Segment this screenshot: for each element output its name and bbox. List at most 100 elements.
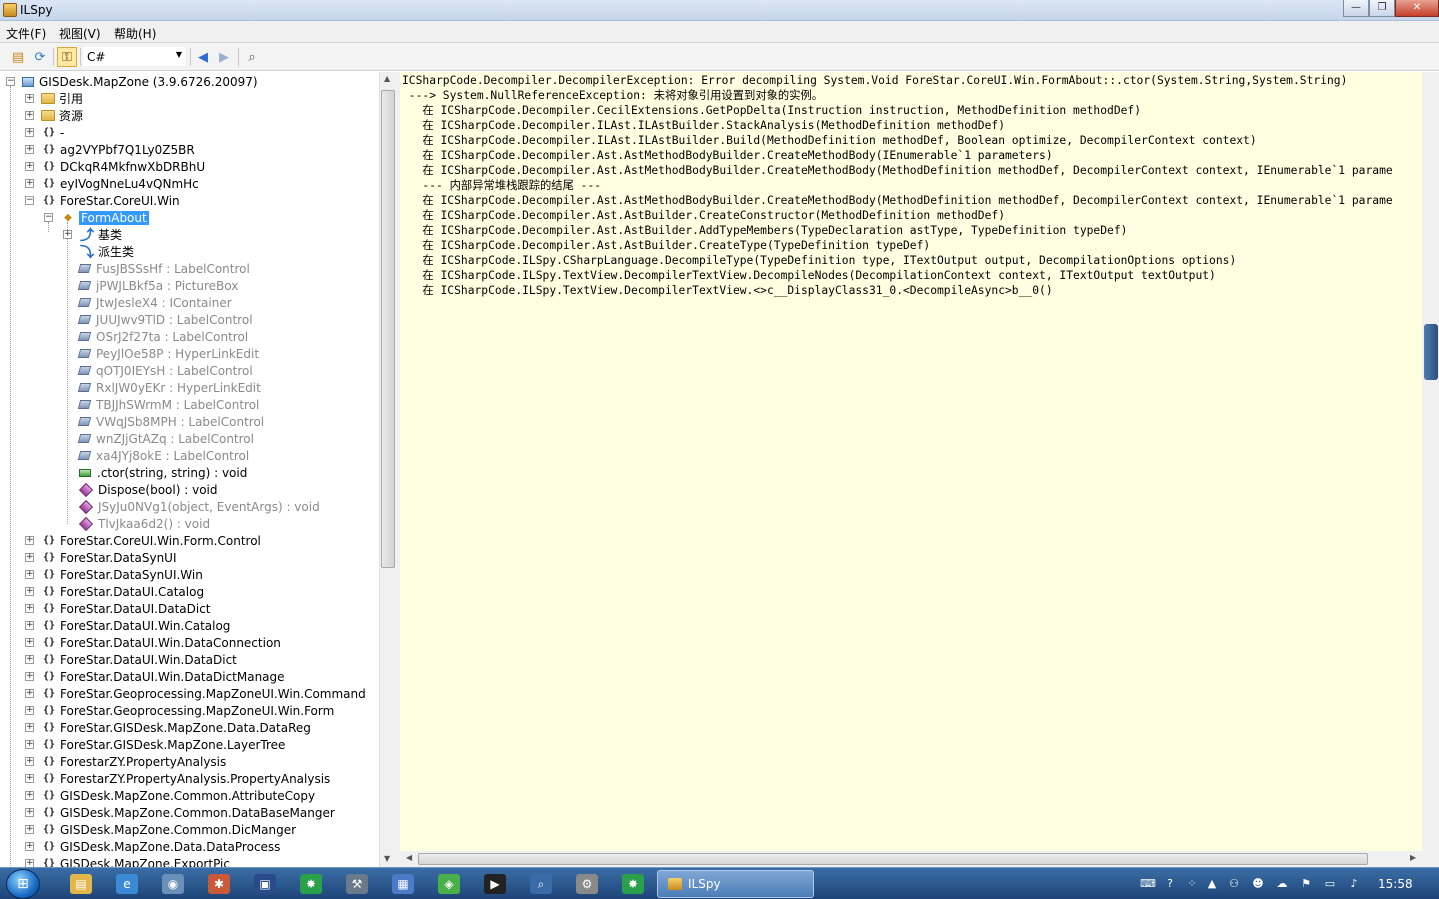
tree-namespace[interactable]: {} GISDesk.MapZone.ExportPic — [41, 855, 230, 868]
tree-namespace[interactable]: {} ForeStar.DataUI.Win.DataDictManage — [41, 668, 285, 685]
weather-icon[interactable]: ☁ — [1274, 877, 1290, 891]
menu-help[interactable]: 帮助(H) — [114, 25, 156, 42]
tree-method-ctor[interactable]: .ctor(string, string) : void — [79, 464, 247, 481]
tree-namespace[interactable]: {} DCkqR4MkfnwXbDRBhU — [41, 158, 205, 175]
scroll-right-icon[interactable]: ▶ — [1410, 853, 1416, 862]
minimize-button[interactable]: — — [1343, 0, 1369, 17]
tree-field[interactable]: TBJJhSWrmM : LabelControl — [77, 396, 259, 413]
app-icon-5[interactable]: ▣ — [254, 874, 276, 894]
tree-namespace[interactable]: {} - — [41, 124, 64, 141]
expand-icon[interactable]: + — [25, 774, 34, 783]
tree-derived-types[interactable]: ⤵ 派生类 — [79, 243, 134, 261]
tree-namespace[interactable]: {} GISDesk.MapZone.Common.AttributeCopy — [41, 787, 315, 804]
open-file-icon[interactable]: ▤ — [8, 47, 28, 67]
tree-namespace[interactable]: {} eyIVogNneLu4vQNmHc — [41, 175, 199, 192]
expand-icon[interactable]: + — [25, 162, 34, 171]
tree-field[interactable]: PeyJlOe58P : HyperLinkEdit — [77, 345, 259, 362]
tree-scrollbar[interactable]: ▲ ▼ — [379, 72, 396, 867]
app-icon-12[interactable]: ⚙ — [576, 874, 598, 894]
qq-icon[interactable]: ☻ — [1250, 877, 1266, 891]
tree-field[interactable]: xa4JYj8okE : LabelControl — [77, 447, 249, 464]
collapse-icon[interactable]: − — [44, 213, 53, 222]
tree-class-formabout[interactable]: ◆ FormAbout — [60, 209, 149, 226]
expand-icon[interactable]: + — [25, 825, 34, 834]
tree-namespace[interactable]: {} ForeStar.GISDesk.MapZone.LayerTree — [41, 736, 285, 753]
close-button[interactable]: ✕ — [1395, 0, 1439, 17]
tree-namespace[interactable]: {} ag2VYPbf7Q1Ly0Z5BR — [41, 141, 195, 158]
tree-field[interactable]: qOTJ0IEYsH : LabelControl — [77, 362, 253, 379]
expand-icon[interactable]: + — [25, 672, 34, 681]
expand-icon[interactable]: + — [25, 128, 34, 137]
code-horizontal-scrollbar[interactable]: ◀ ▶ — [400, 851, 1439, 867]
tree-namespace[interactable]: {} ForeStar.DataUI.Catalog — [41, 583, 204, 600]
tree-method[interactable]: JSyJu0NVg1(object, EventArgs) : void — [78, 498, 320, 515]
expand-icon[interactable]: + — [25, 536, 34, 545]
app-icon-11[interactable]: ⌕ — [530, 874, 552, 894]
tree-method[interactable]: TlvJkaa6d2() : void — [78, 515, 210, 532]
expand-icon[interactable]: + — [63, 230, 72, 239]
tree-field[interactable]: VWqJSb8MPH : LabelControl — [77, 413, 264, 430]
scroll-up-icon[interactable]: ▲ — [384, 74, 390, 83]
tree-namespace[interactable]: {} ForeStar.DataUI.Win.Catalog — [41, 617, 230, 634]
decompiler-output[interactable]: ICSharpCode.Decompiler.DecompilerExcepti… — [400, 72, 1422, 851]
forward-icon[interactable]: ▶ — [214, 47, 234, 67]
tree-namespace[interactable]: {} ForeStar.DataUI.DataDict — [41, 600, 211, 617]
expand-icon[interactable]: + — [25, 638, 34, 647]
pycharm-icon[interactable]: ▶ — [484, 874, 506, 894]
app-icon-3[interactable]: ◉ — [162, 874, 184, 894]
tree-namespace[interactable]: {} ForeStar.DataSynUI.Win — [41, 566, 203, 583]
tools-icon[interactable]: ⚒ — [346, 874, 368, 894]
expand-icon[interactable]: + — [25, 145, 34, 154]
explorer-icon[interactable]: ▤ — [70, 874, 92, 894]
app-icon-8[interactable]: ▦ — [392, 874, 414, 894]
tree-field[interactable]: OSrJ2f27ta : LabelControl — [77, 328, 248, 345]
keyboard-icon[interactable]: ⌨ — [1140, 877, 1156, 891]
expand-icon[interactable]: + — [25, 808, 34, 817]
network-icon[interactable]: ⚇ — [1226, 877, 1242, 891]
app-icon-4[interactable]: ✱ — [208, 874, 230, 894]
back-icon[interactable]: ◀ — [193, 47, 213, 67]
tree-field[interactable]: FusJBSSsHf : LabelControl — [77, 260, 250, 277]
expand-icon[interactable]: + — [25, 94, 34, 103]
tree-base-types[interactable]: ⤴ 基类 — [79, 226, 122, 244]
tree-field[interactable]: RxlJW0yEKr : HyperLinkEdit — [77, 379, 261, 396]
app-icon-13[interactable]: ✸ — [622, 874, 644, 894]
expand-icon[interactable]: + — [25, 553, 34, 562]
expand-icon[interactable]: + — [25, 706, 34, 715]
expand-icon[interactable]: + — [25, 655, 34, 664]
app-icon-6[interactable]: ✸ — [300, 874, 322, 894]
tree-namespace[interactable]: {} ForeStar.CoreUI.Win — [41, 192, 180, 209]
tree-namespace[interactable]: {} ForeStar.DataUI.Win.DataDict — [41, 651, 237, 668]
code-vscroll-thumb[interactable] — [1424, 324, 1438, 380]
tree-namespace[interactable]: {} GISDesk.MapZone.Common.DataBaseManger — [41, 804, 335, 821]
tree-field[interactable]: jPWJLBkf5a : PictureBox — [77, 277, 238, 294]
tree-namespace[interactable]: {} ForeStar.DataSynUI — [41, 549, 177, 566]
start-button[interactable]: ⊞ — [6, 869, 40, 899]
expand-icon[interactable]: + — [25, 604, 34, 613]
collapse-icon[interactable]: − — [25, 196, 34, 205]
ie-icon[interactable]: e — [116, 874, 138, 894]
help-icon[interactable]: ? — [1162, 877, 1178, 891]
expand-icon[interactable]: + — [25, 570, 34, 579]
tray-expand-icon[interactable]: ▲ — [1204, 877, 1220, 891]
tree-namespace[interactable]: {} ForeStar.Geoprocessing.MapZoneUI.Win.C… — [41, 685, 366, 702]
monitor-icon[interactable]: ▭ — [1322, 877, 1338, 891]
reload-icon[interactable]: ⟳ — [30, 47, 50, 67]
tree-namespace[interactable]: {} GISDesk.MapZone.Common.DicManger — [41, 821, 296, 838]
expand-icon[interactable]: + — [25, 791, 34, 800]
expand-icon[interactable]: + — [25, 723, 34, 732]
tree-scroll-thumb[interactable] — [381, 90, 395, 568]
expand-icon[interactable]: + — [25, 179, 34, 188]
tree-namespace[interactable]: {} ForeStar.CoreUI.Win.Form.Control — [41, 532, 261, 549]
code-hscroll-thumb[interactable] — [418, 853, 1368, 865]
expand-icon[interactable]: + — [25, 111, 34, 120]
tree-namespace[interactable]: {} GISDesk.MapZone.Data.DataProcess — [41, 838, 280, 855]
expand-icon[interactable]: + — [25, 859, 34, 867]
expand-icon[interactable]: + — [25, 621, 34, 630]
search-icon[interactable]: ⌕ — [242, 47, 262, 67]
tree-namespace[interactable]: {} ForeStar.DataUI.Win.DataConnection — [41, 634, 281, 651]
tree-folder[interactable]: 资源 — [41, 107, 83, 124]
restore-button[interactable]: ❐ — [1369, 0, 1395, 17]
language-select[interactable]: C# ▼ — [82, 46, 186, 67]
tree-namespace[interactable]: {} ForeStar.GISDesk.MapZone.Data.DataReg — [41, 719, 311, 736]
